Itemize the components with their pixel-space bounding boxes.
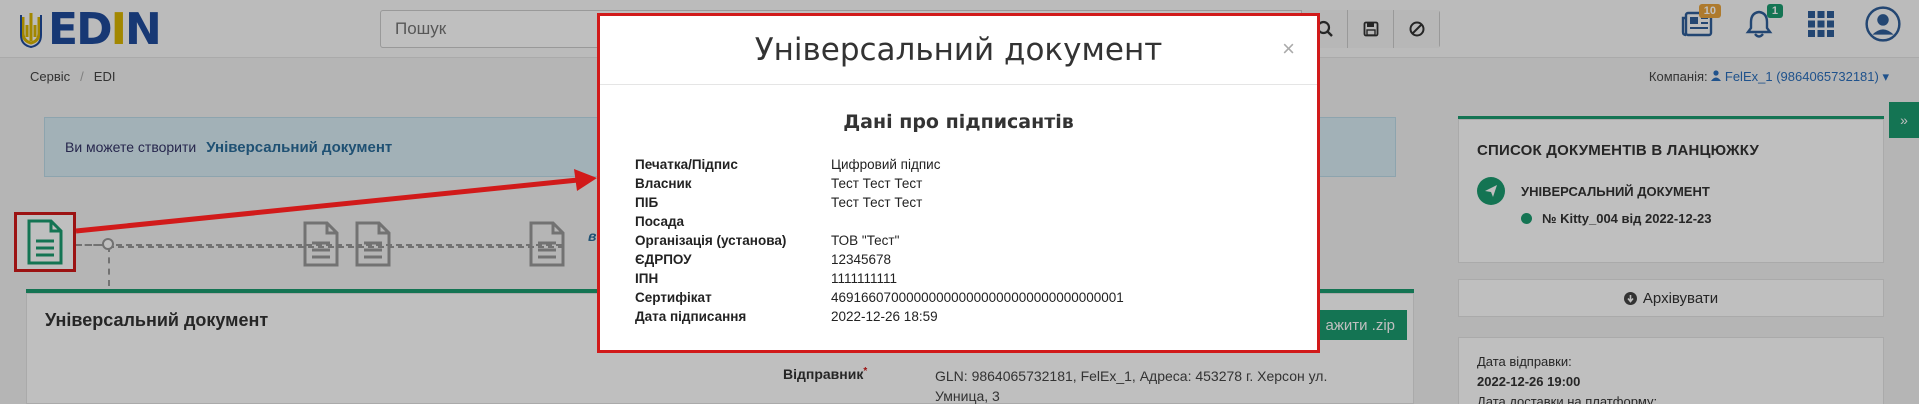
- signer-row: Сертифікат 469166070000000000000000000000…: [635, 288, 1124, 307]
- signer-row-label: ІПН: [635, 271, 659, 286]
- signer-row-value: Цифровий підпис: [831, 157, 941, 172]
- modal-header: Універсальний документ ×: [600, 16, 1317, 85]
- signer-row-value: Тест Тест Тест: [831, 195, 923, 210]
- signer-row-label: ЄДРПОУ: [635, 252, 692, 267]
- signer-row: ІПН 1111111111: [635, 269, 1124, 288]
- signer-row-value: 1111111111: [831, 271, 898, 286]
- signer-row-label: Дата підписання: [635, 309, 747, 324]
- close-icon[interactable]: ×: [1282, 38, 1295, 60]
- signer-row-value: Тест Тест Тест: [831, 176, 923, 191]
- signer-row-label: Посада: [635, 214, 685, 229]
- modal-title: Універсальний документ: [754, 32, 1163, 68]
- signers-subtitle: Дані про підписантів: [843, 111, 1074, 133]
- signer-row-value: 12345678: [831, 252, 892, 267]
- signer-row: Дата підписання 2022-12-26 18:59: [635, 307, 1124, 326]
- signer-row: Посада: [635, 212, 1124, 231]
- signer-row: Власник Тест Тест Тест: [635, 174, 1124, 193]
- signer-row-value: ТОВ "Тест": [831, 233, 900, 248]
- signers-modal: Універсальний документ × Дані про підпис…: [597, 13, 1320, 353]
- signer-row: ЄДРПОУ 12345678: [635, 250, 1124, 269]
- signer-row: Печатка/Підпис Цифровий підпис: [635, 155, 1124, 174]
- signer-row: Організація (установа) ТОВ "Тест": [635, 231, 1124, 250]
- signer-row-label: Організація (установа): [635, 233, 787, 248]
- signer-row-label: Власник: [635, 176, 692, 191]
- signer-row-value: 469166070000000000000000000000000000001: [831, 290, 1124, 305]
- signer-row-label: Сертифікат: [635, 290, 712, 305]
- signers-table: Печатка/Підпис Цифровий підпис Власник Тес…: [635, 155, 1124, 326]
- signer-row-label: Печатка/Підпис: [635, 157, 738, 172]
- signer-row: ПІБ Тест Тест Тест: [635, 193, 1124, 212]
- signer-row-label: ПІБ: [635, 195, 659, 210]
- signer-row-value: 2022-12-26 18:59: [831, 309, 938, 324]
